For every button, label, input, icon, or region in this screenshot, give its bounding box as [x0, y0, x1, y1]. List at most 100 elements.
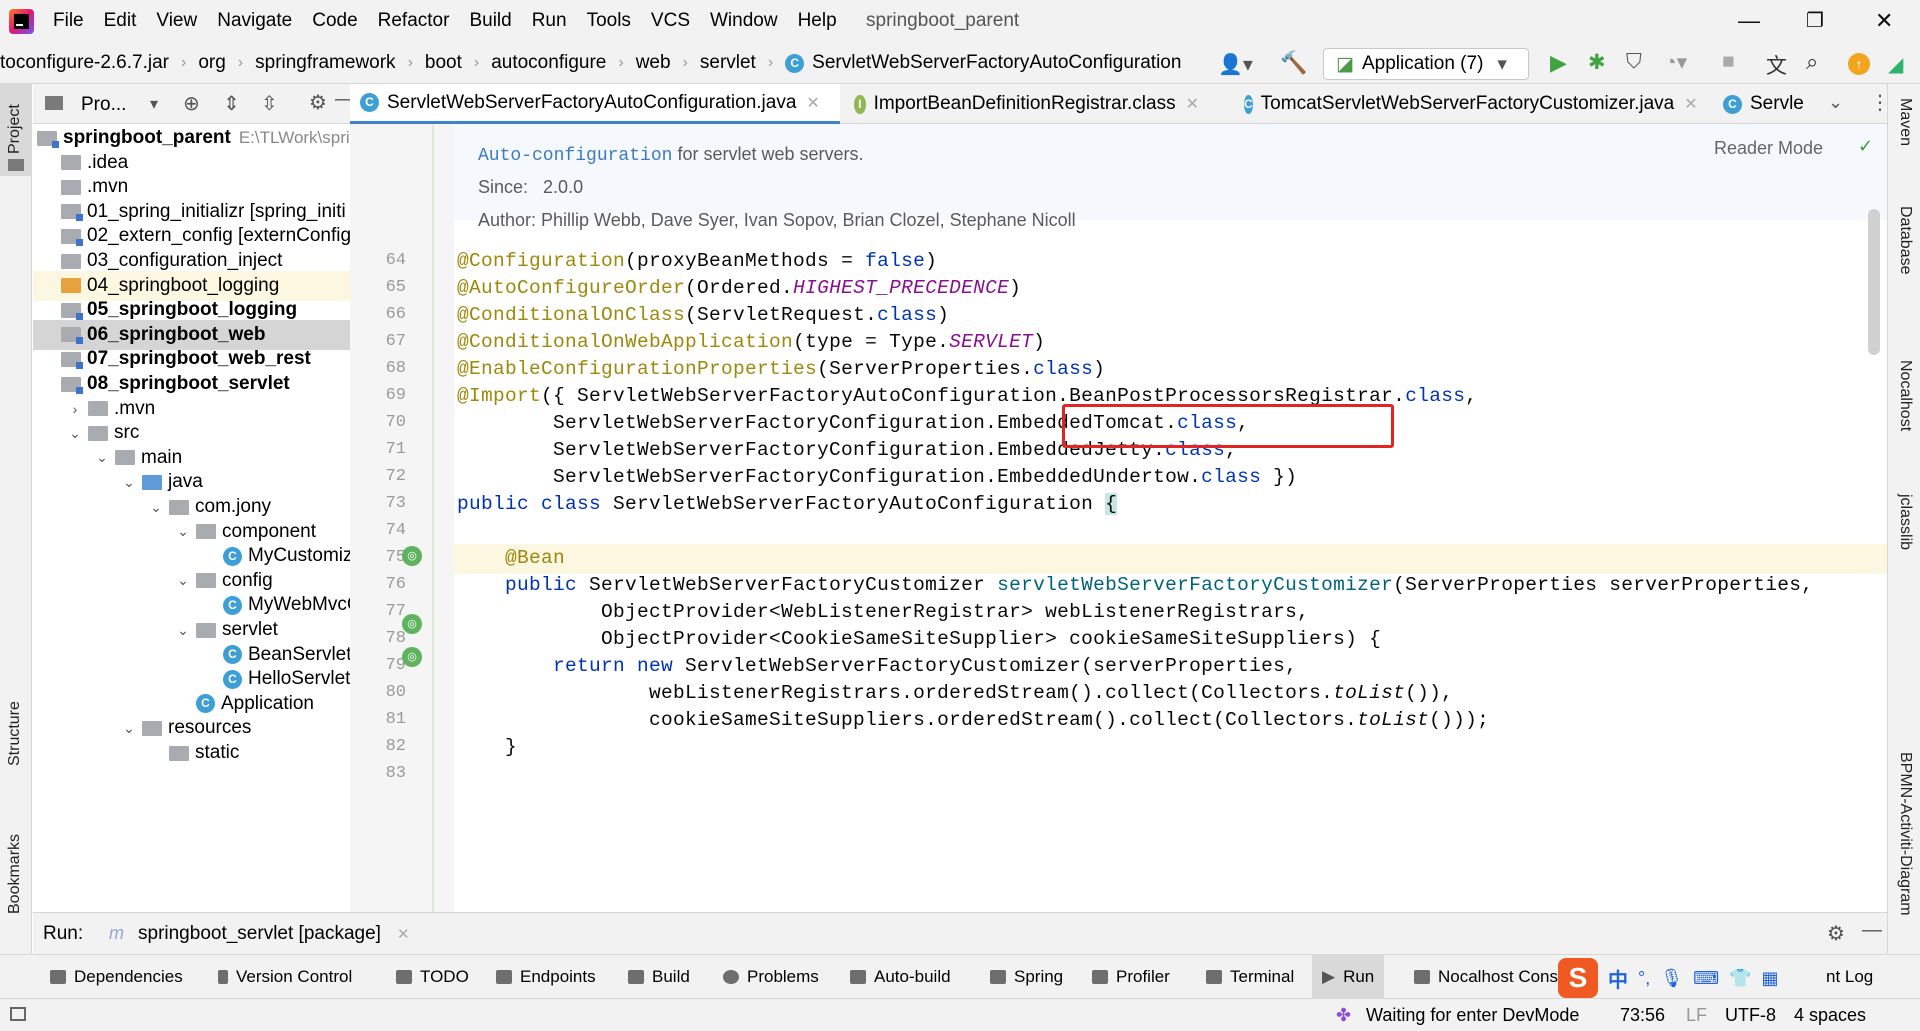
- menu-build[interactable]: Build: [469, 10, 511, 32]
- menu-run[interactable]: Run: [532, 10, 567, 32]
- search-icon[interactable]: ⌕: [1806, 49, 1818, 75]
- breadcrumb-org[interactable]: org: [198, 52, 225, 74]
- microphone-icon[interactable]: 🎙: [1660, 968, 1683, 989]
- menu-code[interactable]: Code: [312, 10, 357, 32]
- tool-profiler[interactable]: Profiler: [1092, 967, 1170, 987]
- close-icon[interactable]: ✕: [806, 93, 819, 113]
- update-icon[interactable]: ↑: [1848, 53, 1870, 75]
- menu-file[interactable]: File: [53, 10, 84, 32]
- chevron-down-icon[interactable]: ⌄: [122, 474, 136, 491]
- project-tool-label[interactable]: Project: [6, 104, 24, 154]
- vertical-scrollbar[interactable]: [1868, 209, 1880, 355]
- breadcrumb-autoconfigure[interactable]: autoconfigure: [491, 52, 606, 74]
- tool-terminal[interactable]: Terminal: [1206, 967, 1294, 987]
- profile-icon[interactable]: ◔▾: [1664, 50, 1687, 75]
- tool-version-control[interactable]: Version Control: [218, 967, 352, 987]
- collapse-all-icon[interactable]: ⇳: [261, 91, 278, 116]
- chevron-down-icon[interactable]: ⌄: [176, 572, 190, 589]
- menu-vcs[interactable]: VCS: [651, 10, 690, 32]
- menu-refactor[interactable]: Refactor: [378, 10, 450, 32]
- menu-view[interactable]: View: [156, 10, 197, 32]
- file-encoding[interactable]: UTF-8: [1725, 1005, 1776, 1026]
- chevron-down-icon[interactable]: ⌄: [176, 622, 190, 639]
- toolbox-icon[interactable]: ▦: [1761, 968, 1778, 989]
- reader-mode-toggle[interactable]: Reader Mode: [1714, 138, 1823, 159]
- close-window-button[interactable]: ✕: [1875, 8, 1893, 34]
- nocalhost-tool-label[interactable]: Nocalhost: [1896, 360, 1914, 431]
- line-separator[interactable]: LF: [1686, 1005, 1707, 1026]
- tool-run[interactable]: ▶ Run: [1312, 955, 1385, 999]
- chevron-down-icon[interactable]: ⌄: [1828, 92, 1843, 113]
- sogou-logo-icon[interactable]: S: [1558, 958, 1598, 998]
- tab-servlet-auto-config[interactable]: C ServletWebServerFactoryAutoConfigurati…: [350, 84, 840, 124]
- plugin-icon[interactable]: ◢: [1888, 52, 1903, 77]
- hide-icon[interactable]: —: [1862, 919, 1882, 942]
- tab-servle[interactable]: C Servle: [1713, 84, 1823, 124]
- tool-spring[interactable]: Spring: [990, 967, 1063, 987]
- structure-tool-label[interactable]: Structure: [6, 701, 24, 766]
- run-configuration-select[interactable]: ◪ Application (7) ▾: [1323, 48, 1529, 80]
- tool-problems[interactable]: Problems: [723, 967, 819, 987]
- debug-icon[interactable]: ✱: [1588, 50, 1606, 75]
- breadcrumb-boot[interactable]: boot: [425, 52, 462, 74]
- stop-icon[interactable]: ■: [1722, 50, 1735, 74]
- punctuation-icon[interactable]: °,: [1638, 968, 1650, 989]
- breadcrumb-jar[interactable]: toconfigure-2.6.7.jar: [0, 52, 169, 74]
- chevron-down-icon[interactable]: ⌄: [149, 499, 163, 516]
- maximize-button[interactable]: ❐: [1806, 8, 1824, 33]
- spring-bean-icon[interactable]: ◎: [402, 647, 422, 667]
- build-hammer-icon[interactable]: 🔨: [1280, 50, 1307, 76]
- menu-help[interactable]: Help: [798, 10, 837, 32]
- tab-import-registrar[interactable]: I ImportBeanDefinitionRegistrar.class ✕: [844, 84, 1199, 124]
- menu-navigate[interactable]: Navigate: [217, 10, 292, 32]
- chevron-down-icon[interactable]: ⌄: [122, 720, 136, 737]
- locate-icon[interactable]: ⊕: [183, 91, 200, 116]
- breadcrumb-class[interactable]: ServletWebServerFactoryAutoConfiguration: [812, 52, 1181, 74]
- bookmarks-tool-label[interactable]: Bookmarks: [6, 834, 24, 914]
- menu-edit[interactable]: Edit: [104, 10, 137, 32]
- chevron-down-icon[interactable]: ⌄: [176, 523, 190, 540]
- run-icon[interactable]: ▶: [1550, 50, 1567, 76]
- tool-dependencies[interactable]: Dependencies: [50, 967, 183, 987]
- menu-tools[interactable]: Tools: [587, 10, 631, 32]
- close-icon[interactable]: ✕: [397, 925, 410, 943]
- menu-window[interactable]: Window: [710, 10, 778, 32]
- coverage-icon[interactable]: ⛉: [1626, 50, 1642, 74]
- jclasslib-tool-label[interactable]: jclasslib: [1896, 494, 1914, 550]
- ime-lang-toggle[interactable]: 中: [1608, 964, 1628, 993]
- chevron-down-icon[interactable]: ⌄: [95, 449, 109, 466]
- tool-build[interactable]: Build: [628, 967, 690, 987]
- tool-todo[interactable]: TODO: [396, 967, 469, 987]
- run-config-tab[interactable]: springboot_servlet [package]: [138, 923, 381, 945]
- tool-nocalhost-console[interactable]: Nocalhost Cons: [1414, 967, 1558, 987]
- gear-icon[interactable]: ⚙: [1827, 921, 1845, 946]
- tool-auto-build[interactable]: Auto-build: [850, 967, 951, 987]
- maven-tool-label[interactable]: Maven: [1896, 98, 1914, 146]
- bpmn-tool-label[interactable]: BPMN-Activiti-Diagram: [1896, 752, 1914, 916]
- breadcrumb-servlet[interactable]: servlet: [700, 52, 756, 74]
- tool-endpoints[interactable]: Endpoints: [496, 967, 596, 987]
- indent-setting[interactable]: 4 spaces: [1794, 1005, 1866, 1026]
- tool-event-log[interactable]: nt Log: [1826, 967, 1873, 987]
- chevron-down-icon[interactable]: ⌄: [68, 425, 82, 442]
- caret-position[interactable]: 73:56: [1620, 1005, 1665, 1026]
- tree-item[interactable]: static: [33, 738, 350, 768]
- translate-icon[interactable]: 文: [1766, 50, 1787, 80]
- project-view-select[interactable]: Pro...: [81, 94, 126, 116]
- expand-all-icon[interactable]: ⇕: [223, 91, 240, 116]
- chevron-right-icon[interactable]: ›: [68, 401, 82, 417]
- tab-tomcat-customizer[interactable]: C TomcatServletWebServerFactoryCustomize…: [1234, 84, 1698, 124]
- code-editor[interactable]: Auto-configuration for servlet web serve…: [454, 124, 1887, 912]
- skin-icon[interactable]: 👕: [1729, 968, 1751, 989]
- minimize-button[interactable]: —: [1738, 8, 1760, 34]
- breadcrumb-springframework[interactable]: springframework: [255, 52, 395, 74]
- layout-icon[interactable]: [10, 1007, 26, 1021]
- user-icon[interactable]: 👤▾: [1218, 52, 1253, 77]
- close-icon[interactable]: ✕: [1684, 94, 1697, 114]
- breadcrumb-web[interactable]: web: [636, 52, 671, 74]
- database-tool-label[interactable]: Database: [1896, 206, 1914, 275]
- more-icon[interactable]: ⋮: [1870, 90, 1890, 115]
- close-icon[interactable]: ✕: [1186, 94, 1199, 114]
- gear-icon[interactable]: ⚙: [309, 90, 327, 115]
- spring-bean-icon[interactable]: ◎: [402, 546, 422, 566]
